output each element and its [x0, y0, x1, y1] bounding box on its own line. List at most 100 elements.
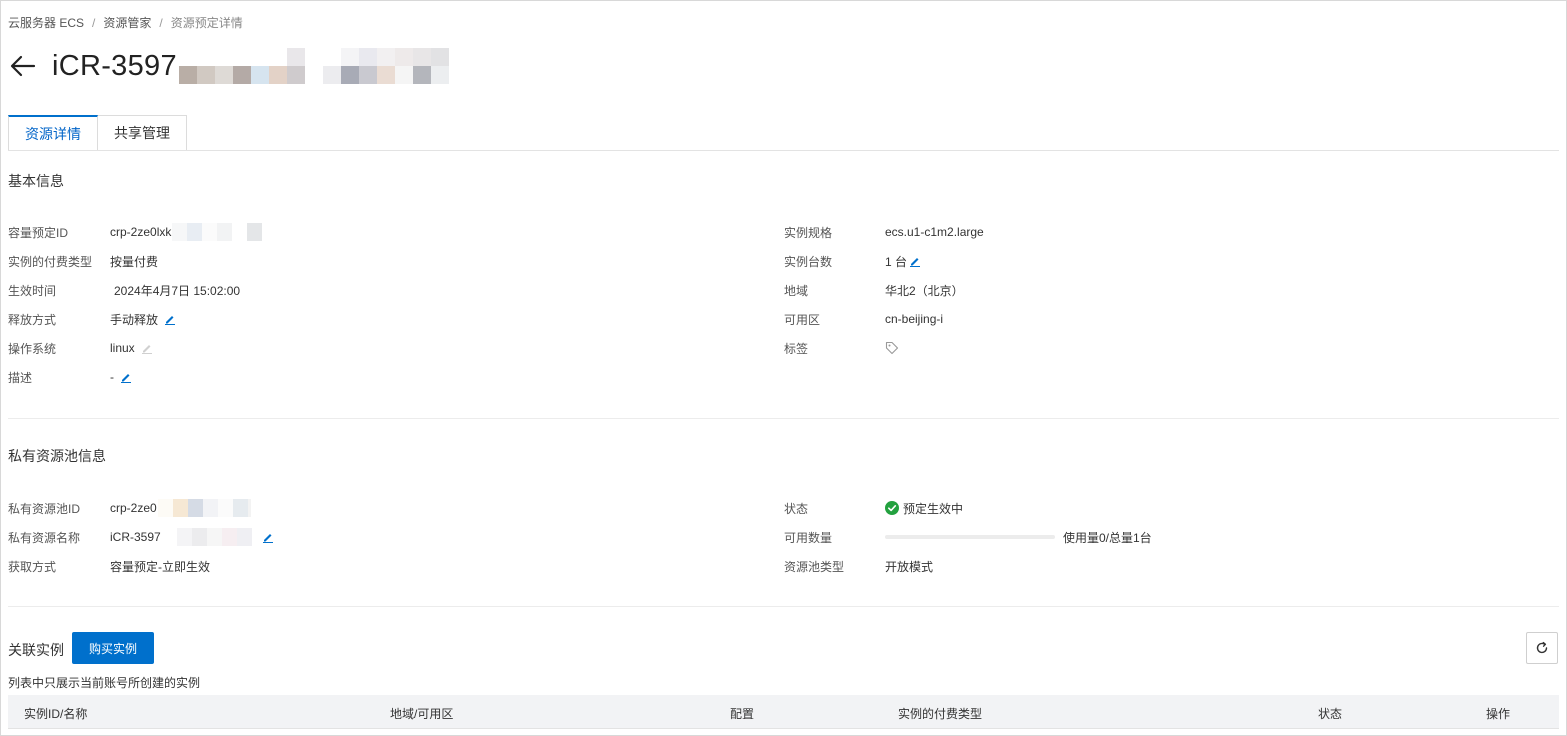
column-header-status[interactable]: 状态	[1318, 705, 1342, 722]
breadcrumb-separator: /	[159, 16, 163, 30]
redacted-text	[157, 499, 251, 517]
breadcrumb-current: 资源预定详情	[170, 16, 243, 30]
instance-count-value: 1 台	[885, 252, 921, 270]
instances-table-header: 实例ID/名称 地域/可用区 配置 实例的付费类型 状态 操作	[8, 695, 1559, 729]
effective-time-value: 2024年4月7日 15:02:00	[114, 283, 241, 298]
field-effective-time: 生效时间	[8, 281, 56, 299]
field-label: 生效时间	[8, 283, 57, 298]
redacted-mosaic	[178, 48, 449, 84]
usage-progress-bar	[885, 535, 1055, 539]
field-label: 容量预定ID	[8, 225, 69, 240]
field-label: 实例台数	[784, 254, 833, 269]
field-status: 状态	[784, 499, 808, 517]
region-value: 华北2（北京）	[885, 283, 964, 298]
pool-id-value: crp-2ze0	[110, 499, 251, 517]
release-mode-value: 手动释放	[110, 310, 176, 328]
section-divider	[8, 418, 1559, 419]
field-available: 可用数量	[784, 528, 832, 546]
billing-type-value: 按量付费	[110, 254, 159, 269]
edit-icon[interactable]	[164, 313, 176, 325]
arrow-left-icon	[10, 55, 36, 77]
list-note: 列表中只展示当前账号所创建的实例	[8, 676, 201, 690]
field-label: 私有资源名称	[8, 530, 81, 545]
field-label: 可用区	[784, 312, 821, 327]
pool-type-value: 开放模式	[885, 559, 934, 574]
instance-type-value: ecs.u1-c1m2.large	[885, 225, 984, 239]
field-pool-id: 私有资源池ID	[8, 499, 80, 517]
available-value: 使用量0/总量1台	[885, 528, 1152, 546]
column-header-billing-type[interactable]: 实例的付费类型	[898, 705, 982, 722]
field-label: 描述	[8, 370, 33, 385]
field-label: 私有资源池ID	[8, 501, 81, 516]
instance-count-text: 1 台	[885, 254, 908, 269]
field-zone: 可用区	[784, 310, 820, 328]
field-release-mode: 释放方式	[8, 310, 56, 328]
field-label: 地域	[784, 283, 809, 298]
redacted-text	[161, 528, 258, 546]
breadcrumb-ecs[interactable]: 云服务器 ECS	[8, 16, 84, 30]
status-text: 预定生效中	[903, 501, 964, 516]
tabs-divider	[8, 150, 1559, 151]
field-label: 标签	[784, 341, 809, 356]
field-label: 实例规格	[784, 225, 833, 240]
tab-share-management[interactable]: 共享管理	[98, 115, 187, 151]
field-label: 实例的付费类型	[8, 254, 93, 269]
field-label: 资源池类型	[784, 559, 845, 574]
reservation-id-text: crp-2ze0lxk	[110, 225, 172, 239]
field-instance-type: 实例规格	[784, 223, 832, 241]
tab-resource-details[interactable]: 资源详情	[8, 115, 98, 151]
field-acquisition: 获取方式	[8, 557, 56, 575]
breadcrumb-resource-manager[interactable]: 资源管家	[103, 16, 151, 30]
window-frame	[0, 0, 1567, 736]
field-pool-name: 私有资源名称	[8, 528, 80, 546]
tags-value	[885, 339, 899, 357]
field-region: 地域	[784, 281, 808, 299]
tag-icon[interactable]	[885, 341, 899, 355]
usage-text: 使用量0/总量1台	[1063, 530, 1152, 545]
edit-icon[interactable]	[909, 255, 921, 267]
zone-value: cn-beijing-i	[885, 312, 944, 326]
breadcrumb: 云服务器 ECS / 资源管家 / 资源预定详情	[8, 14, 243, 31]
refresh-button[interactable]	[1526, 632, 1558, 664]
pool-info-title: 私有资源池信息	[8, 448, 106, 464]
field-description: 描述	[8, 368, 32, 386]
pool-name-text: iCR-3597	[110, 530, 161, 544]
tab-bar: 资源详情 共享管理	[8, 115, 187, 151]
field-reservation-id: 容量预定ID	[8, 223, 68, 241]
basic-info-title: 基本信息	[8, 173, 64, 189]
field-label: 状态	[784, 501, 809, 516]
field-label: 释放方式	[8, 312, 57, 327]
buy-instance-button[interactable]: 购买实例	[72, 632, 154, 664]
column-header-instance-id[interactable]: 实例ID/名称	[24, 705, 87, 722]
edit-icon[interactable]	[120, 371, 132, 383]
page-header: iCR-3597	[8, 44, 449, 88]
section-divider	[8, 606, 1559, 607]
acquisition-value: 容量预定-立即生效	[110, 559, 210, 574]
column-header-actions[interactable]: 操作	[1486, 705, 1510, 722]
os-text: linux	[110, 341, 135, 355]
field-instance-count: 实例台数	[784, 252, 832, 270]
field-label: 获取方式	[8, 559, 57, 574]
description-text: -	[110, 370, 114, 384]
check-circle-icon	[885, 501, 899, 515]
edit-icon[interactable]	[262, 531, 274, 543]
pool-id-text: crp-2ze0	[110, 501, 157, 515]
os-value: linux	[110, 339, 153, 357]
redacted-text	[172, 223, 263, 241]
instances-title: 关联实例	[8, 642, 64, 658]
refresh-icon	[1536, 641, 1548, 654]
field-tags: 标签	[784, 339, 808, 357]
column-header-config[interactable]: 配置	[730, 705, 754, 722]
release-mode-text: 手动释放	[110, 312, 159, 327]
page-title: iCR-3597	[52, 49, 177, 82]
pool-name-value: iCR-3597	[110, 528, 274, 546]
column-header-region-zone[interactable]: 地域/可用区	[390, 705, 453, 722]
reservation-id-value: crp-2ze0lxk	[110, 223, 263, 241]
back-button[interactable]	[8, 51, 38, 81]
field-pool-type: 资源池类型	[784, 557, 844, 575]
breadcrumb-separator: /	[92, 16, 96, 30]
field-label: 操作系统	[8, 341, 57, 356]
edit-icon	[141, 345, 152, 354]
field-billing-type: 实例的付费类型	[8, 252, 92, 270]
field-label: 可用数量	[784, 530, 833, 545]
